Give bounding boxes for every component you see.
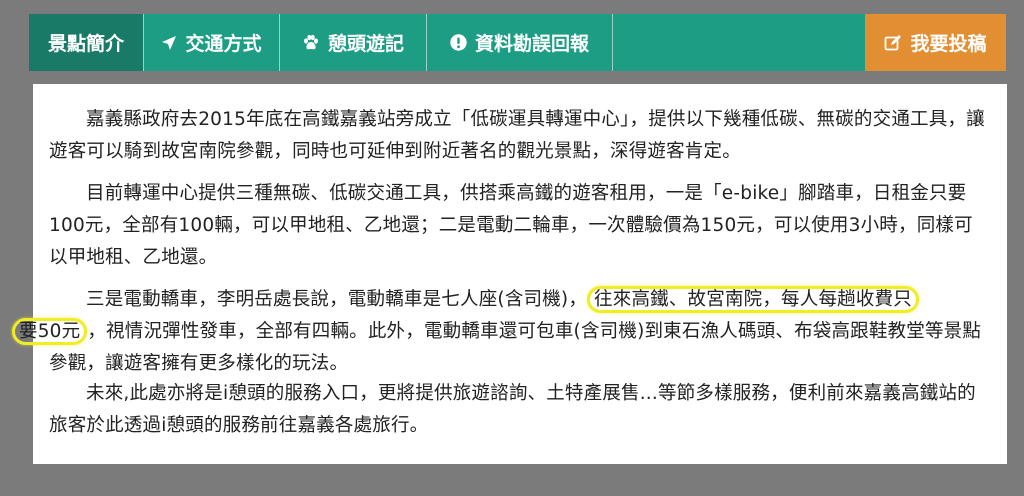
tab-transportation-label: 交通方式 [185,33,262,55]
tab-transportation[interactable]: 交通方式 [144,14,279,71]
paragraph-4: 未來,此處亦將是i憩頭的服務入口，更將提供旅遊諮詢、土特產展售...等節多樣服務… [49,383,976,436]
submit-article-label: 我要投稿 [910,33,987,55]
tab-attraction-intro-label: 景點簡介 [47,33,124,55]
paragraph-2: 目前轉運中心提供三種無碳、低碳交通工具，供搭乘高鐵的遊客租用，一是「e-bike… [49,183,973,268]
location-arrow-icon [161,35,177,51]
paragraph-3: 三是電動轎車，李明岳處長說，電動轎車是七人座(含司機)， 往來高鐵、故宮南院，每人… [12,284,989,380]
paragraph-1: 嘉義縣政府去2015年底在高鐵嘉義站旁成立「低碳運具轉運中心」，提供以下幾種低碳… [49,109,985,162]
tab-error-report[interactable]: 資料勘誤回報 [427,14,612,71]
tab-bar: 景點簡介 交通方式 憩頭遊記 資料勘誤回報 [29,14,1006,71]
highlight-fare-info: 往來高鐵、故宮南院，每人每趟收費只 [587,286,919,313]
tab-travel-notes-label: 憩頭遊記 [327,33,404,55]
tab-error-report-label: 資料勘誤回報 [474,33,589,55]
tab-attraction-intro[interactable]: 景點簡介 [29,14,143,71]
highlight-fare-price: 要50元 [12,318,88,345]
exclamation-circle-icon [450,34,467,51]
paw-icon [302,34,320,52]
tab-travel-notes[interactable]: 憩頭遊記 [280,14,426,71]
article-panel: 嘉義縣政府去2015年底在高鐵嘉義站旁成立「低碳運具轉運中心」，提供以下幾種低碳… [12,84,1007,464]
edit-icon [884,34,902,52]
submit-article-button[interactable]: 我要投稿 [865,14,1006,71]
tab-divider [612,14,613,71]
paragraph-3-end: ，視情況彈性發車，全部有四輛。此外，電動轎車還可包車(含司機)到東石漁人碼頭、布… [49,321,982,374]
paragraph-3-start: 三是電動轎車，李明岳處長說，電動轎車是七人座(含司機)， [86,289,588,310]
